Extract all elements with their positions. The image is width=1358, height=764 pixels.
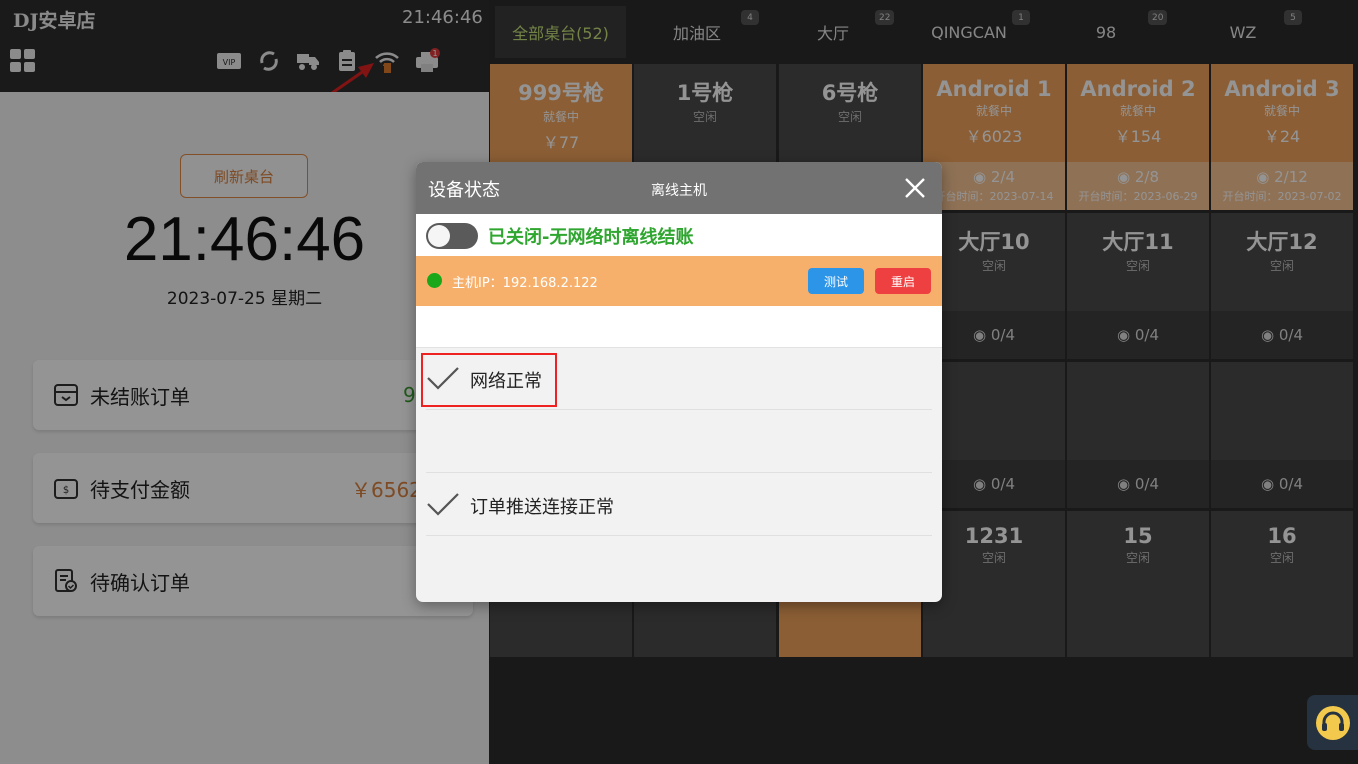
offline-checkout-toggle[interactable] — [426, 223, 478, 249]
blank-row — [416, 306, 942, 348]
headset-icon — [1315, 705, 1350, 740]
status-dot-icon — [427, 273, 442, 288]
offline-checkout-row: 已关闭-无网络时离线结账 — [416, 214, 942, 256]
check-order-push: 订单推送连接正常 — [426, 474, 932, 536]
dialog-header: 设备状态 离线主机 — [416, 162, 942, 214]
dialog-subtitle: 离线主机 — [651, 183, 707, 199]
offline-checkout-label: 已关闭-无网络时离线结账 — [488, 227, 694, 248]
check-empty — [426, 411, 932, 473]
test-button[interactable]: 测试 — [808, 268, 864, 294]
red-highlight-annotation — [421, 353, 557, 407]
restart-button[interactable]: 重启 — [875, 268, 931, 294]
checkmark-icon — [427, 493, 459, 516]
customer-support-button[interactable] — [1307, 695, 1358, 750]
dialog-title: 设备状态 — [428, 180, 500, 201]
toggle-knob — [428, 225, 450, 247]
close-icon[interactable] — [902, 175, 928, 201]
check-label: 订单推送连接正常 — [470, 497, 614, 518]
host-ip-label: 主机IP：192.168.2.122 — [452, 276, 598, 291]
host-ip-row: 主机IP：192.168.2.122 测试 重启 — [416, 256, 942, 306]
